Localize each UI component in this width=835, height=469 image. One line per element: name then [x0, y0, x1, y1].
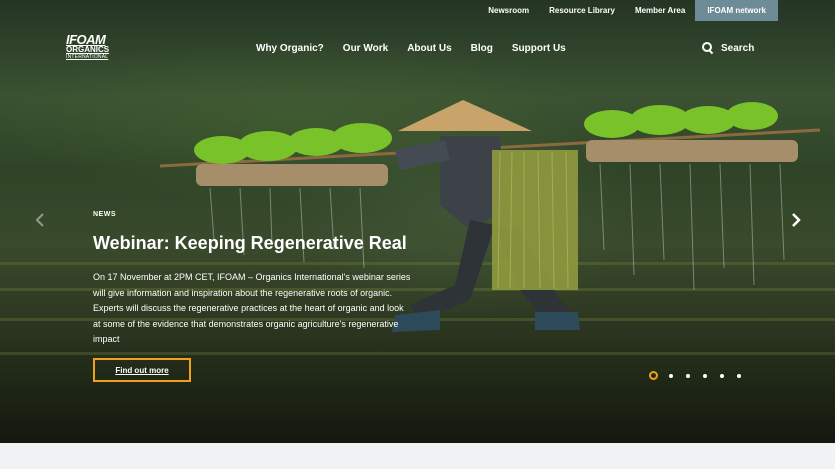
find-out-more-button[interactable]: Find out more — [93, 358, 191, 382]
carousel-dot-1[interactable] — [649, 371, 658, 380]
main-nav: Why Organic? Our Work About Us Blog Supp… — [256, 43, 585, 54]
carousel-dot-5[interactable] — [720, 373, 724, 378]
utility-link-resource-library[interactable]: Resource Library — [539, 0, 625, 21]
carousel-dot-2[interactable] — [669, 373, 673, 378]
carousel-dot-6[interactable] — [737, 373, 741, 378]
utility-link-member-area[interactable]: Member Area — [625, 0, 695, 21]
chevron-left-icon — [35, 213, 44, 227]
search-icon — [702, 42, 714, 54]
carousel-dot-3[interactable] — [686, 373, 690, 378]
utility-nav: Newsroom Resource Library Member Area IF… — [478, 0, 778, 21]
utility-link-newsroom[interactable]: Newsroom — [478, 0, 539, 21]
nav-support-us[interactable]: Support Us — [512, 43, 566, 54]
search-label: Search — [721, 42, 755, 54]
logo-line-3: INTERNATIONAL — [66, 54, 109, 60]
carousel-next-button[interactable] — [790, 212, 802, 228]
nav-about-us[interactable]: About Us — [407, 43, 451, 54]
carousel-prev-button[interactable] — [34, 212, 46, 228]
nav-blog[interactable]: Blog — [471, 43, 493, 54]
site-header: IFOAM ORGANICS INTERNATIONAL Why Organic… — [0, 24, 835, 72]
carousel-dot-4[interactable] — [703, 373, 707, 378]
chevron-right-icon — [792, 213, 801, 227]
utility-link-ifoam-network[interactable]: IFOAM network — [695, 0, 778, 21]
slide-description: On 17 November at 2PM CET, IFOAM – Organ… — [93, 272, 411, 344]
search-button[interactable]: Search — [702, 42, 754, 54]
slide-category-tag: NEWS — [93, 211, 116, 218]
nav-our-work[interactable]: Our Work — [343, 43, 388, 54]
carousel-pagination — [649, 371, 754, 380]
logo-line-2: ORGANICS — [66, 45, 110, 54]
hero-banner: Newsroom Resource Library Member Area IF… — [0, 0, 835, 443]
site-logo[interactable]: IFOAM ORGANICS INTERNATIONAL — [66, 33, 118, 60]
nav-why-organic[interactable]: Why Organic? — [256, 43, 324, 54]
slide-title: Webinar: Keeping Regenerative Real — [93, 233, 407, 253]
